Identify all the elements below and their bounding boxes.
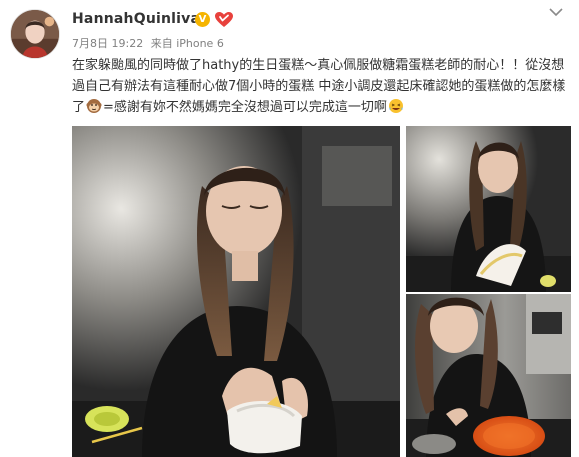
post-source[interactable]: 来自 iPhone 6 (151, 37, 224, 50)
author-name[interactable]: HannahQuinlivan (72, 11, 210, 27)
verified-badge-letter: V (198, 14, 207, 25)
post-text-thanks: =感謝有妳不然媽媽完全沒想過可以完成這一切啊 (103, 100, 387, 115)
weibo-post: HannahQuinlivan V 7月8日 19:22 来自 iPhone 6… (0, 0, 579, 457)
avatar[interactable] (10, 9, 60, 59)
post-photo-top-right[interactable] (406, 126, 571, 292)
laughing-tears-emoji-icon (388, 99, 403, 113)
post-timestamp[interactable]: 7月8日 19:22 (72, 37, 143, 50)
chevron-down-icon[interactable] (549, 7, 563, 17)
vip-heart-icon[interactable] (214, 11, 234, 28)
monkey-face-emoji-icon (86, 99, 102, 113)
post-photo-bottom-right[interactable] (406, 294, 571, 457)
post-meta: 7月8日 19:22 来自 iPhone 6 (72, 35, 224, 51)
post-text: 在家躲颱風的同時做了hathy的生日蛋糕～真心佩服做糖霜蛋糕老師的耐心！！從沒想… (72, 55, 572, 118)
verified-badge-icon: V (195, 12, 210, 27)
post-photo-main[interactable] (72, 126, 400, 457)
